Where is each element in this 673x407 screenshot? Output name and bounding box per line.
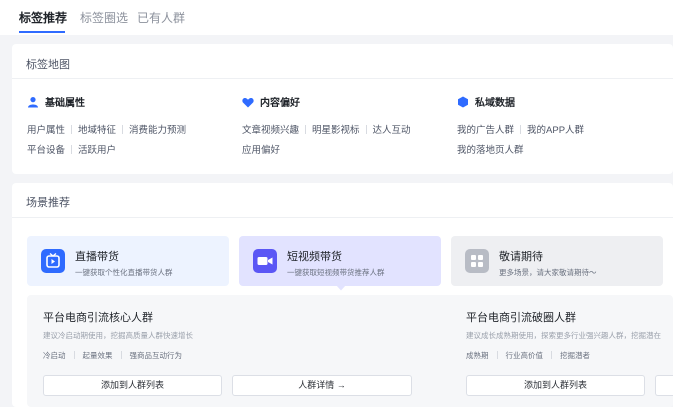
tab-existing-audience[interactable]: 已有人群: [137, 9, 185, 26]
separator: [551, 351, 552, 359]
audience-tag: 起量效果: [82, 351, 113, 360]
scene-card-coming-soon: 敬请期待 更多场景，请大家敬请期待～: [451, 236, 663, 286]
divider: [12, 78, 673, 79]
tag-region[interactable]: 地域特征: [78, 122, 116, 136]
audience-detail-button[interactable]: 人群详情 →: [232, 375, 412, 396]
tag-user-attributes[interactable]: 用户属性: [27, 122, 65, 136]
audience-tag: 行业高价值: [505, 351, 544, 360]
separator: [496, 351, 498, 359]
tag-row: 平台设备 活跃用户: [27, 142, 116, 156]
tag-my-landing-page-audience[interactable]: 我的落地页人群: [457, 142, 524, 156]
tag-row: 文章视频兴趣 明星影视标 达人互动: [242, 122, 411, 136]
selected-pointer: [336, 285, 346, 291]
audience-tag: 挖掘潜者: [560, 351, 590, 360]
audience-title: 平台电商引流核心人群: [43, 312, 153, 324]
separator: [365, 125, 367, 134]
tag-my-app-audience[interactable]: 我的APP人群: [527, 122, 584, 136]
audience-item-breakout: 平台电商引流破圈人群 建议成长成熟期使用，探索更多行业强兴趣人群，挖掘潜在 成熟…: [466, 300, 673, 360]
tag-row: 我的广告人群 我的APP人群: [457, 122, 584, 136]
audience-tags: 冷启动 起量效果 强商品互动行为: [43, 350, 182, 361]
scene-title: 场景推荐: [26, 197, 70, 209]
tag-my-ad-audience[interactable]: 我的广告人群: [457, 122, 514, 136]
category-name: 私域数据: [475, 98, 515, 109]
tab-bar: 标签推荐 标签圈选 已有人群: [0, 0, 673, 35]
separator: [305, 125, 307, 134]
tag-row: 用户属性 地域特征 消费能力预测: [27, 122, 186, 136]
audience-tag: 强商品互动行为: [129, 351, 183, 360]
category-name: 内容偏好: [260, 98, 300, 109]
tab-tag-select[interactable]: 标签圈选: [80, 9, 128, 26]
scene-card-desc: 更多场景，请大家敬请期待～: [499, 268, 597, 277]
tag-influencer-interaction[interactable]: 达人互动: [373, 122, 411, 136]
divider: [12, 217, 673, 218]
user-icon: [28, 97, 38, 108]
separator: [120, 351, 122, 359]
separator: [73, 351, 75, 359]
audience-desc: 建议冷启动期使用，挖掘高质量人群快速增长: [43, 331, 193, 340]
separator: [122, 125, 124, 134]
tag-row: 我的落地页人群: [457, 142, 524, 156]
heart-icon: [242, 98, 254, 108]
live-play-icon: [41, 249, 65, 273]
separator: [71, 145, 73, 154]
tab-tag-recommend[interactable]: 标签推荐: [19, 9, 67, 26]
audience-detail-button[interactable]: [655, 375, 673, 396]
tag-active-users[interactable]: 活跃用户: [78, 142, 116, 156]
audience-title: 平台电商引流破圈人群: [466, 312, 576, 324]
separator: [71, 125, 73, 134]
audience-tag: 冷启动: [43, 351, 66, 360]
scene-card-title: 直播带货: [75, 251, 119, 263]
audience-tag: 成熟期: [466, 351, 489, 360]
active-tab-indicator: [19, 31, 65, 33]
scene-card-desc: 一键获取短视频带货推荐人群: [287, 268, 385, 277]
scene-card-title: 短视频带货: [287, 251, 342, 263]
tag-row: 应用偏好: [242, 142, 280, 156]
tag-article-video-interest[interactable]: 文章视频兴趣: [242, 122, 299, 136]
scene-card-live-commerce[interactable]: 直播带货 一键获取个性化直播带货人群: [27, 236, 229, 286]
tag-app-preference[interactable]: 应用偏好: [242, 142, 280, 156]
video-camera-icon: [253, 249, 277, 273]
audience-tags: 成熟期 行业高价值 挖掘潜者: [466, 350, 590, 360]
hexagon-icon: [458, 96, 468, 108]
category-header: 私域数据: [457, 94, 515, 109]
tag-celebrity[interactable]: 明星影视标: [312, 122, 360, 136]
tag-map-title: 标签地图: [26, 59, 70, 71]
separator: [520, 125, 522, 134]
audience-item-core: 平台电商引流核心人群 建议冷启动期使用，挖掘高质量人群快速增长 冷启动 起量效果 强…: [43, 300, 443, 360]
category-name: 基础属性: [45, 98, 85, 109]
tag-consumption[interactable]: 消费能力预测: [129, 122, 186, 136]
scene-card-short-video-commerce[interactable]: 短视频带货 一键获取短视频带货推荐人群: [239, 236, 441, 291]
tag-platform-device[interactable]: 平台设备: [27, 142, 65, 156]
scene-card-title: 敬请期待: [499, 251, 543, 263]
category-header: 基础属性: [27, 94, 85, 109]
category-header: 内容偏好: [242, 94, 300, 109]
scene-card-desc: 一键获取个性化直播带货人群: [75, 268, 173, 277]
audience-desc: 建议成长成熟期使用，探索更多行业强兴趣人群，挖掘潜在: [466, 331, 661, 340]
add-to-audience-list-button[interactable]: 添加到人群列表: [466, 375, 645, 396]
add-to-audience-list-button[interactable]: 添加到人群列表: [43, 375, 222, 396]
grid-icon: [465, 249, 489, 273]
